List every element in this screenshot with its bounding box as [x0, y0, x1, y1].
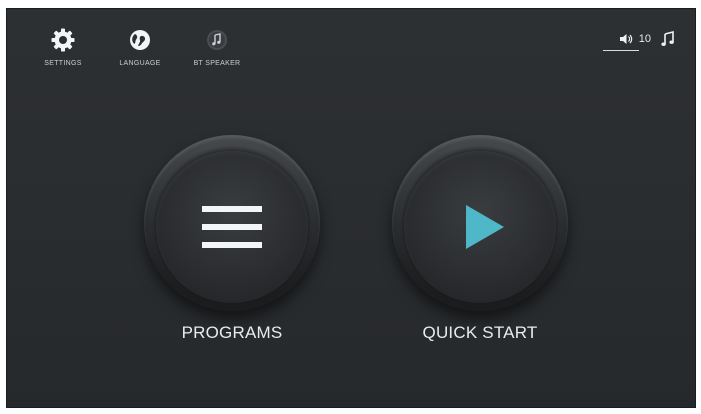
- bt-speaker-label: BT SPEAKER: [193, 60, 241, 67]
- treadmill-console-screen: SETTINGS LANGUAGE BT SPEAKER 10 PROGRAMS…: [6, 8, 696, 408]
- language-label: LANGUAGE: [119, 60, 161, 67]
- music-note-icon[interactable]: [661, 31, 675, 47]
- programs-button-face: [156, 151, 308, 303]
- bt-speaker-button[interactable]: BT SPEAKER: [181, 27, 253, 67]
- programs-button[interactable]: [144, 135, 320, 311]
- quick-start-label: QUICK START: [422, 323, 538, 342]
- globe-icon: [130, 30, 150, 50]
- programs-label: PROGRAMS: [181, 323, 283, 342]
- volume-level: 10: [638, 33, 651, 45]
- menu-lines-icon: [202, 206, 262, 248]
- settings-button[interactable]: SETTINGS: [27, 27, 99, 67]
- speaker-icon[interactable]: [619, 32, 633, 46]
- status-bar: 10: [619, 27, 675, 51]
- volume-underline: [603, 50, 639, 51]
- settings-label: SETTINGS: [44, 60, 82, 67]
- gear-icon: [51, 28, 75, 52]
- language-button[interactable]: LANGUAGE: [104, 27, 176, 67]
- play-icon: [466, 205, 504, 249]
- quick-start-button-face: [404, 151, 556, 303]
- quick-start-button[interactable]: [392, 135, 568, 311]
- bluetooth-music-icon: [207, 30, 227, 50]
